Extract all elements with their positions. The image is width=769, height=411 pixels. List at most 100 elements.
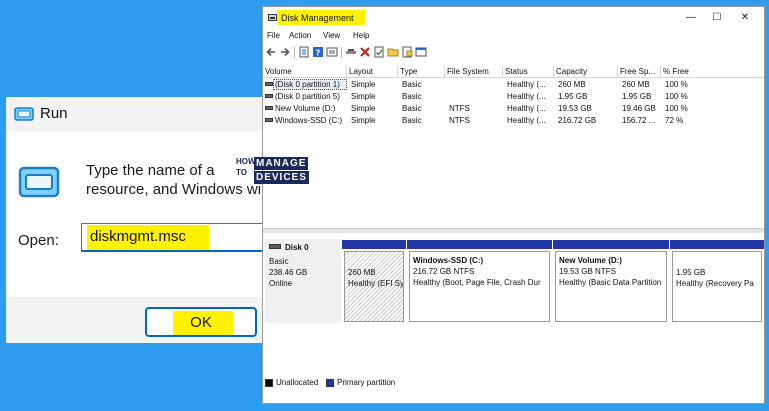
disk-management-icon — [268, 13, 277, 24]
delete-icon[interactable] — [359, 46, 371, 58]
column-header-layout[interactable]: Layout — [347, 66, 398, 78]
partition-body: 260 MB Healthy (EFI Sy — [344, 251, 404, 322]
table-row-file-system — [447, 79, 503, 91]
table-row-type: Basic — [402, 92, 422, 101]
partition-efi[interactable]: 260 MB Healthy (EFI Sy — [342, 240, 406, 324]
forward-arrow-icon[interactable] — [279, 46, 291, 58]
logo-manage: MANAGE — [254, 157, 309, 170]
table-row-percent-free: 100 % — [665, 80, 688, 89]
partition-body: Windows-SSD (C:) 216.72 GB NTFS Healthy … — [409, 251, 550, 322]
open-input[interactable]: diskmgmt.msc — [81, 223, 276, 252]
partition-bar — [670, 240, 764, 249]
column-header-type[interactable]: Type — [398, 66, 445, 78]
volume-drive-icon — [263, 91, 273, 103]
panel-icon[interactable] — [415, 46, 427, 58]
run-footer: OK — [6, 297, 268, 343]
table-row-type: Basic — [402, 116, 422, 125]
dm-titlebar: Disk Management — ☐ ✕ — [263, 7, 764, 29]
table-row-volume[interactable]: Windows-SSD (C:) — [273, 115, 347, 127]
table-row-status: Healthy (... — [507, 104, 546, 113]
properties-icon[interactable] — [298, 46, 310, 58]
back-arrow-icon[interactable] — [265, 46, 277, 58]
column-header-percent-free[interactable]: % Free — [661, 66, 764, 78]
toolbar-separator — [294, 47, 295, 58]
table-row-free-space: 156.72 ... — [622, 116, 656, 125]
partition-body: New Volume (D:) 19.53 GB NTFS Healthy (B… — [555, 251, 667, 322]
pane-splitter[interactable] — [263, 228, 764, 233]
close-button[interactable]: ✕ — [737, 11, 753, 25]
column-header-status[interactable]: Status — [503, 66, 554, 78]
toolbar-separator — [341, 47, 342, 58]
column-header-capacity[interactable]: Capacity — [554, 66, 618, 78]
disk-status: Online — [269, 279, 293, 288]
table-row-free-space: 260 MB — [622, 80, 650, 89]
table-row-capacity: 1.95 GB — [558, 92, 588, 101]
menu-file[interactable]: File — [267, 31, 280, 40]
rescan-icon[interactable] — [401, 46, 413, 58]
partition-status: Healthy (Recovery Pa — [676, 279, 754, 288]
table-row-type: Basic — [402, 104, 422, 113]
column-header-free-space[interactable]: Free Sp... — [618, 66, 661, 78]
disk-drive-icon — [269, 244, 281, 249]
column-header-volume[interactable]: Volume — [263, 66, 347, 78]
menu-action[interactable]: Action — [289, 31, 311, 40]
table-row-volume[interactable]: (Disk 0 partition 5) — [273, 91, 347, 103]
volume-list: Volume Layout Type File System Status Ca… — [263, 66, 764, 224]
table-row-percent-free: 100 % — [665, 104, 688, 113]
partition-status: Healthy (Boot, Page File, Crash Dur — [413, 278, 541, 287]
check-icon[interactable] — [373, 46, 385, 58]
disk-info[interactable]: Disk 0 Basic 238.46 GB Online — [265, 239, 341, 323]
volume-drive-icon — [263, 79, 273, 91]
partition-size: 216.72 GB NTFS — [413, 267, 475, 276]
partition-status: Healthy (EFI Sy — [348, 279, 404, 288]
ok-button-label: OK — [190, 314, 212, 331]
partition-recovery[interactable]: 1.95 GB Healthy (Recovery Pa — [670, 240, 764, 324]
table-row-file-system — [447, 91, 503, 103]
help-icon[interactable]: ? — [312, 46, 324, 58]
partition-name: Windows-SSD (C:) — [413, 256, 484, 265]
run-app-icon — [14, 106, 34, 127]
disk-type: Basic — [269, 257, 289, 266]
run-large-icon — [18, 165, 60, 204]
legend: Unallocated Primary partition — [265, 377, 764, 390]
table-row-file-system: NTFS — [449, 104, 470, 113]
legend-primary: Primary partition — [337, 378, 396, 387]
table-row-status: Healthy (... — [507, 80, 546, 89]
volume-drive-icon — [263, 115, 273, 127]
table-row-volume[interactable]: New Volume (D:) — [273, 103, 347, 115]
column-header-file-system[interactable]: File System — [445, 66, 503, 78]
menu-help[interactable]: Help — [353, 31, 369, 40]
partition-bar — [553, 240, 669, 249]
connect-icon[interactable] — [345, 46, 357, 58]
table-row-volume[interactable]: (Disk 0 partition 1) — [273, 79, 347, 91]
table-row-file-system: NTFS — [449, 116, 470, 125]
minimize-button[interactable]: — — [683, 11, 699, 25]
how-to-manage-devices-logo: HOW TO MANAGE DEVICES — [236, 157, 309, 185]
table-row-status: Healthy (... — [507, 116, 546, 125]
table-row-status: Healthy (... — [507, 92, 546, 101]
menu-view[interactable]: View — [323, 31, 340, 40]
table-row-type: Basic — [402, 80, 422, 89]
open-label: Open: — [18, 232, 59, 249]
run-dialog: Run Type the name of a resource, and Win… — [6, 97, 276, 343]
table-row-layout: Simple — [351, 116, 376, 125]
run-title: Run — [40, 105, 68, 122]
logo-to: TO — [236, 168, 247, 177]
svg-text:?: ? — [316, 49, 321, 58]
list-view-icon[interactable] — [326, 46, 338, 58]
partition-name: New Volume (D:) — [559, 256, 622, 265]
volume-drive-icon — [263, 103, 273, 115]
maximize-button[interactable]: ☐ — [709, 11, 725, 25]
partition-new-volume[interactable]: New Volume (D:) 19.53 GB NTFS Healthy (B… — [553, 240, 669, 324]
partition-bar — [342, 240, 406, 249]
partition-windows-ssd[interactable]: Windows-SSD (C:) 216.72 GB NTFS Healthy … — [407, 240, 552, 324]
partition-body: 1.95 GB Healthy (Recovery Pa — [672, 251, 762, 322]
logo-how: HOW — [236, 157, 256, 166]
folder-icon[interactable] — [387, 46, 399, 58]
dm-title: Disk Management — [281, 13, 354, 23]
disk-size: 238.46 GB — [269, 268, 308, 277]
ok-button[interactable]: OK — [145, 307, 257, 337]
table-row-percent-free: 100 % — [665, 92, 688, 101]
table-row-layout: Simple — [351, 104, 376, 113]
table-row-free-space: 19.46 GB — [622, 104, 656, 113]
